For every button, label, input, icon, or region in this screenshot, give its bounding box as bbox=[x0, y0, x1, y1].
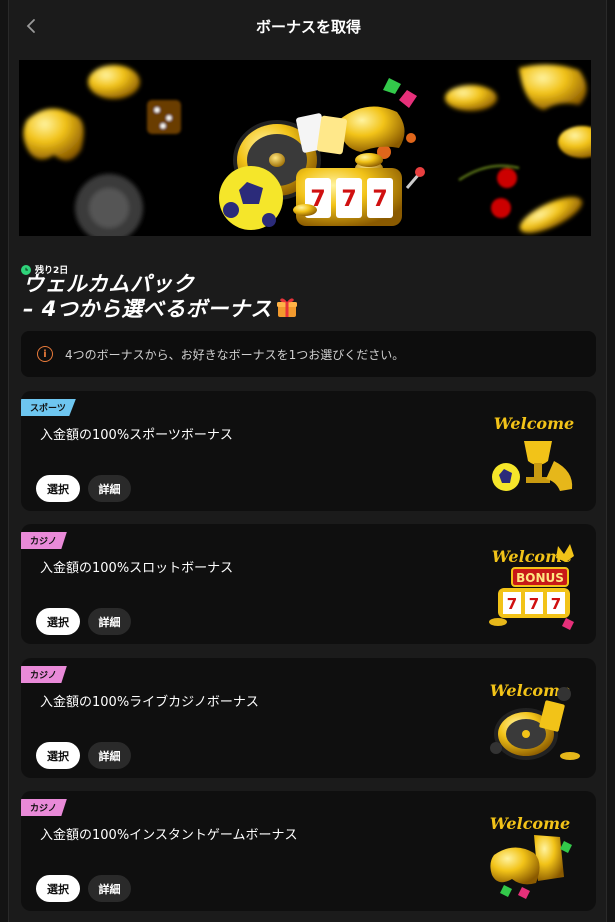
top-bar: ボーナスを取得 bbox=[9, 0, 608, 52]
bonus-card-sports: スポーツ 入金額の100%スポーツボーナス 選択 詳細 Welcome bbox=[21, 391, 596, 511]
welcome-pack-title: ウェルカムパック – 4つから選べるボーナス bbox=[23, 272, 298, 323]
svg-text:7: 7 bbox=[341, 187, 356, 212]
title-line-1: ウェルカムパック bbox=[23, 272, 195, 296]
svg-text:7: 7 bbox=[372, 187, 387, 212]
category-tag: カジノ bbox=[21, 799, 67, 816]
welcome-instant-games-art: Welcome bbox=[490, 814, 572, 899]
welcome-live-casino-art: Welcome bbox=[490, 681, 580, 760]
category-tag: カジノ bbox=[21, 532, 67, 549]
bonus-card-live-casino: カジノ 入金額の100%ライブカジノボーナス 選択 詳細 Welcome bbox=[21, 658, 596, 778]
bonus-title: 入金額の100%インスタントゲームボーナス bbox=[40, 828, 298, 843]
bonus-panel: ボーナスを取得 7 7 7 残り2日 ウェルカムパック – 4つから選べるボーナ… bbox=[8, 0, 607, 922]
select-button[interactable]: 選択 bbox=[36, 742, 80, 769]
welcome-slots-art: Welcome BONUS 7 7 7 bbox=[489, 544, 574, 630]
svg-text:7: 7 bbox=[529, 595, 539, 613]
welcome-text: Welcome bbox=[494, 414, 574, 433]
select-button[interactable]: 選択 bbox=[36, 875, 80, 902]
svg-text:7: 7 bbox=[551, 595, 561, 613]
page-title: ボーナスを取得 bbox=[255, 18, 361, 36]
bonus-title: 入金額の100%スポーツボーナス bbox=[40, 428, 233, 443]
notice-text: 4つのボーナスから、お好きなボーナスを1つお選びください。 bbox=[65, 347, 405, 362]
bonus-card-instant-games: カジノ 入金額の100%インスタントゲームボーナス 選択 詳細 Welcome bbox=[21, 791, 596, 911]
details-button[interactable]: 詳細 bbox=[88, 608, 131, 635]
info-notice: i 4つのボーナスから、お好きなボーナスを1つお選びください。 bbox=[21, 331, 596, 377]
bonus-sign: BONUS bbox=[516, 571, 564, 585]
casino-banner: 7 7 7 bbox=[19, 60, 591, 236]
welcome-text: Welcome bbox=[490, 814, 570, 833]
title-line-2: – 4つから選べるボーナス bbox=[23, 297, 272, 321]
bonus-title: 入金額の100%スロットボーナス bbox=[40, 561, 234, 576]
gift-icon bbox=[276, 296, 298, 323]
category-tag: カジノ bbox=[21, 666, 67, 683]
welcome-sports-art: Welcome bbox=[492, 414, 574, 491]
bonus-card-slots: カジノ 入金額の100%スロットボーナス 選択 詳細 Welcome BONUS… bbox=[21, 524, 596, 644]
select-button[interactable]: 選択 bbox=[36, 608, 80, 635]
bonus-title: 入金額の100%ライブカジノボーナス bbox=[40, 695, 259, 710]
select-button[interactable]: 選択 bbox=[36, 475, 80, 502]
svg-text:7: 7 bbox=[507, 595, 517, 613]
details-button[interactable]: 詳細 bbox=[88, 875, 131, 902]
category-tag: スポーツ bbox=[21, 399, 76, 416]
details-button[interactable]: 詳細 bbox=[88, 742, 131, 769]
details-button[interactable]: 詳細 bbox=[88, 475, 131, 502]
info-icon: i bbox=[37, 346, 53, 362]
